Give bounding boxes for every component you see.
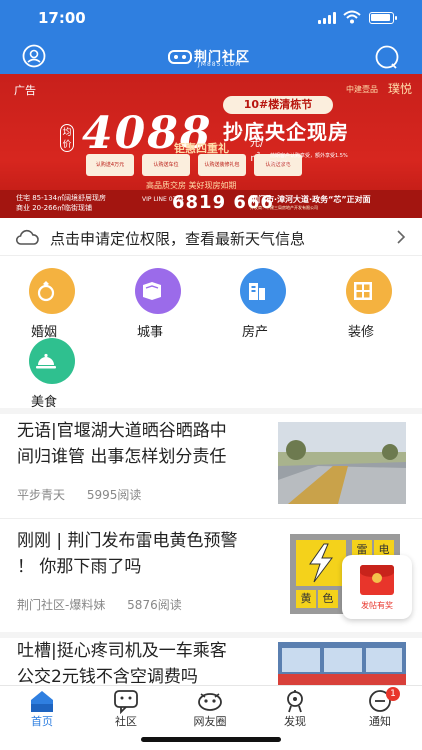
article-title-line1: 无语|官堰湖大道晒谷晒路中 (17, 421, 227, 441)
logo-mark-icon (168, 50, 192, 64)
ring-icon (37, 281, 55, 302)
banner-fineprint: 开发商：中建三局房地产开发有限公司 (250, 205, 318, 210)
article-thumbnail-bus (278, 642, 406, 686)
article-item[interactable]: 吐槽|挺心疼司机及一车乘客 公交2元钱不含空调费吗 (0, 638, 422, 687)
category-food[interactable]: 美食 (23, 338, 83, 410)
article-author: 平步青天 (17, 488, 66, 502)
article-reads: 5995阅读 (86, 488, 142, 502)
app-screen: 17:00 荆门社区 JM885.COM 广告 中建壹品 璞悦 均价 4088 … (0, 0, 422, 750)
category-wedding[interactable]: 婚姻 (23, 268, 83, 340)
red-envelope-icon (360, 565, 394, 595)
battery-icon (369, 12, 397, 24)
article-title-line2: ！ 你那下雨了吗 (17, 557, 142, 577)
category-decoration[interactable]: 装修 (340, 268, 400, 340)
tab-label: 社区 (115, 715, 137, 728)
price-tag: 均价 (60, 124, 74, 152)
book-icon (143, 282, 161, 300)
banner-address: 荆门市·漳河大道·政务“芯”正对面 (250, 195, 371, 204)
category-realestate[interactable]: 房产 (234, 268, 294, 340)
gift-chip: 认购送车位 (142, 154, 190, 176)
status-time: 17:00 (38, 9, 86, 27)
article-item[interactable]: 无语|官堰湖大道晒谷晒路中 间归谁管 出事怎样划分责任 平步青天 5995阅读 (0, 414, 422, 518)
tab-home[interactable]: 首页 (0, 686, 84, 750)
category-label: 城事 (137, 325, 164, 340)
article-reads: 5876阅读 (127, 598, 182, 612)
cloud-icon (15, 229, 39, 245)
window-icon (354, 282, 372, 300)
article-meta: 荆门社区-爆料妹 5876阅读 (17, 596, 200, 613)
warning-char: 黄 (296, 590, 316, 608)
tab-label: 通知 (369, 715, 391, 728)
home-icon (31, 691, 53, 712)
tab-label: 网友圈 (193, 715, 227, 728)
ad-label: 广告 (14, 84, 36, 97)
row-divider (0, 518, 422, 519)
building-icon (249, 283, 265, 300)
post-reward-button[interactable]: 发帖有奖 (342, 555, 412, 619)
article-title-line2: 间归谁管 出事怎样划分责任 (17, 447, 227, 467)
category-label: 装修 (348, 325, 375, 340)
category-label: 房产 (242, 325, 269, 340)
wifi-icon (343, 10, 361, 24)
category-city[interactable]: 城事 (129, 268, 189, 340)
weather-text: 点击申请定位权限，查看最新天气信息 (50, 230, 306, 248)
search-icon[interactable] (374, 44, 400, 70)
circle-icon (198, 693, 222, 711)
banner-specs: 住宅 85-134㎡阔境舒居现房 商业 20-266㎡临街现铺 (16, 193, 106, 213)
weather-bar[interactable]: 点击申请定位权限，查看最新天气信息 (0, 218, 422, 256)
tab-label: 首页 (31, 715, 53, 728)
banner-pill: 10#楼清栋节 (223, 96, 333, 114)
banner-seal: 璞悦 (388, 82, 413, 96)
promo-banner[interactable]: 广告 中建壹品 璞悦 均价 4088 元/㎡ 10#楼清栋节 抄底央企现房 钜惠… (0, 74, 422, 218)
chevron-right-icon (397, 230, 406, 244)
gift-note: 前期客户认购享受，额外享受1.5%购房折扣 (270, 153, 348, 167)
logo-subtext: JM885.COM (198, 61, 242, 68)
article-title-line1: 刚刚 | 荆门发布雷电黄色预警 (17, 531, 238, 551)
user-profile-icon[interactable] (22, 44, 46, 68)
post-reward-label: 发帖有奖 (361, 601, 393, 610)
article-author: 荆门社区-爆料妹 (17, 598, 106, 612)
warning-char: 色 (318, 590, 338, 608)
home-indicator (141, 737, 281, 742)
lightning-icon (296, 540, 346, 586)
spec-commercial: 商业 20-266㎡临街现铺 (16, 204, 93, 212)
dish-icon (36, 353, 56, 369)
status-bar: 17:00 (0, 0, 422, 36)
top-header: 17:00 荆门社区 JM885.COM (0, 0, 422, 74)
community-icon (114, 690, 138, 714)
article-meta: 平步青天 5995阅读 (17, 486, 159, 503)
article-thumbnail-road (278, 422, 406, 504)
banner-brand: 中建壹品 (346, 85, 378, 94)
banner-headline: 抄底央企现房 (223, 120, 349, 144)
tab-notification[interactable]: 通知 (338, 686, 422, 750)
discover-icon (287, 690, 303, 713)
notification-badge: 1 (386, 687, 400, 701)
spec-residential: 住宅 85-134㎡阔境舒居现房 (16, 194, 107, 202)
gift-chip: 认购送4万元 (86, 154, 134, 176)
gift-chip: 认购送装修礼包 (198, 154, 246, 176)
cellular-signal-icon (318, 12, 336, 24)
article-title-line1: 吐槽|挺心疼司机及一车乘客 (17, 641, 227, 661)
tab-label: 发现 (284, 715, 306, 728)
